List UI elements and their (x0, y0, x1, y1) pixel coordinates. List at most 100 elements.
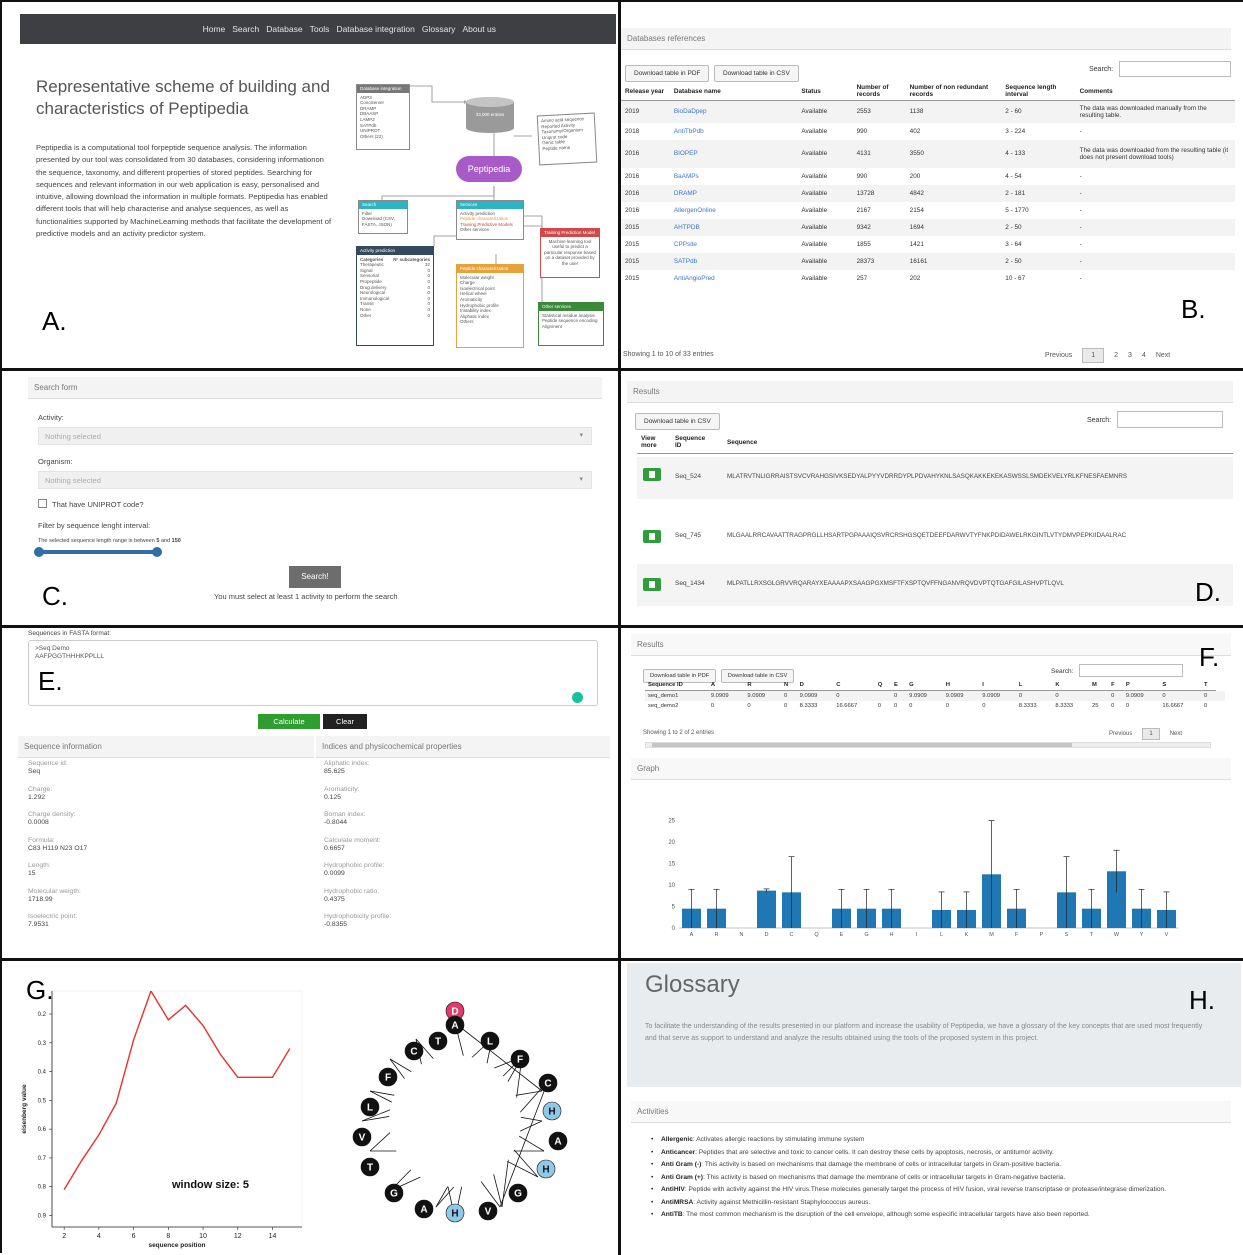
organism-select[interactable]: Nothing selected ▾ (38, 471, 592, 489)
col-nonredundant[interactable]: Number of non redundant records (905, 82, 1002, 101)
d-col-sequence[interactable]: Sequence (727, 439, 757, 446)
nav-database-integration[interactable]: Database integration (336, 24, 414, 34)
clear-button[interactable]: Clear (323, 714, 367, 729)
database-link[interactable]: AllergenOnline (670, 202, 797, 219)
f-col-header[interactable]: E (890, 680, 907, 691)
col-comments[interactable]: Comments (1075, 82, 1235, 101)
view-more-button[interactable] (643, 530, 661, 543)
table-cell (1088, 690, 1109, 701)
calculate-button[interactable]: Calculate (258, 714, 320, 729)
f-col-header[interactable]: D (796, 680, 834, 691)
database-link[interactable]: BaAMPs (670, 168, 797, 185)
f-col-header[interactable]: H (942, 680, 980, 691)
table-cell: 202 (909, 274, 921, 282)
slider-handle-max[interactable] (152, 547, 162, 557)
search-button[interactable]: Search! (289, 566, 341, 588)
col-release-year[interactable]: Release year (621, 82, 670, 101)
uniprot-checkbox[interactable] (38, 499, 47, 508)
f-col-header[interactable]: K (1052, 680, 1089, 691)
table-cell: 0 (1203, 703, 1208, 709)
f-col-header[interactable]: P (1122, 680, 1160, 691)
table-cell: 2016 (625, 172, 640, 180)
database-link[interactable]: AntiTbPdb (670, 123, 797, 140)
b-page-3[interactable]: 3 (1128, 352, 1132, 359)
b-page-4[interactable]: 4 (1142, 352, 1146, 359)
d-col-view-more[interactable]: View more (641, 435, 667, 449)
f-col-header[interactable]: S (1159, 680, 1201, 691)
b-page-2[interactable]: 2 (1114, 352, 1118, 359)
residue-label: F (385, 1073, 391, 1084)
database-link[interactable]: BIOPEP (669, 139, 798, 168)
table-cell: - (1079, 240, 1082, 248)
d-search-input[interactable] (1117, 411, 1223, 428)
f-search-input[interactable] (1079, 664, 1183, 677)
table-cell: 990 (856, 127, 868, 135)
table-cell: 0 (780, 690, 797, 701)
b-next[interactable]: Next (1156, 352, 1170, 359)
f-next[interactable]: Next (1170, 731, 1182, 737)
f-col-header[interactable]: A (707, 680, 745, 691)
table-cell: 9.0909 (744, 690, 781, 701)
database-link[interactable]: BioDaDpep (669, 100, 798, 123)
d-download-csv-button[interactable]: Download table in CSV (635, 413, 720, 430)
database-link[interactable]: AHTPDB (669, 218, 798, 236)
f-col-header[interactable]: Q (874, 680, 891, 691)
x-tick-label: T (1090, 932, 1094, 938)
nav-about-us[interactable]: About us (462, 24, 496, 34)
glossary-hero: Glossary To facilitate the understanding… (627, 963, 1241, 1087)
f-col-header[interactable]: Sequence ID (645, 680, 708, 691)
b-page-1[interactable]: 1 (1082, 348, 1105, 363)
database-link[interactable]: CPPsite (670, 236, 797, 253)
d-col-sequence-id[interactable]: Sequence ID (675, 435, 705, 449)
f-col-header[interactable]: M (1088, 680, 1109, 691)
view-more-button[interactable] (643, 578, 661, 591)
physchem-item: Hydrophobicity profile: -0.8355 (324, 913, 392, 928)
f-col-header[interactable]: F (1108, 680, 1123, 691)
fasta-textarea[interactable]: >Seq Demo AAFPGGTHHHKPPLLL (28, 640, 598, 706)
table-row: Seq_524 MLATRVTNLIGRRAISTSVCVRAHGSIVKSEDY… (637, 457, 1233, 499)
residue-label: A (554, 1137, 561, 1148)
sequence-info-item: Formula: C83 H119 N23 O17 (28, 836, 88, 852)
col-database-name[interactable]: Database name (669, 82, 798, 101)
db-references-header: Databases references (621, 28, 1231, 50)
activity-select[interactable]: Nothing selected ▾ (38, 427, 592, 445)
database-link[interactable]: DRAMP (669, 184, 798, 202)
f-col-header[interactable]: R (744, 680, 781, 691)
nav-database[interactable]: Database (266, 24, 302, 34)
nav-glossary[interactable]: Glossary (422, 24, 456, 34)
f-col-header[interactable]: G (906, 680, 943, 691)
activity-rows: Therapeutic 32 Signal 0 Sensorial 0 Propeptide… (360, 262, 430, 318)
b-search-input[interactable] (1119, 61, 1231, 77)
f-scroll-thumb[interactable] (652, 743, 1072, 747)
residue-label: G (390, 1189, 398, 1200)
length-range-slider[interactable] (34, 547, 162, 557)
f-prev[interactable]: Previous (1109, 731, 1132, 737)
table-cell: 0 (893, 703, 898, 709)
nav-home[interactable]: Home (203, 24, 226, 34)
f-col-header[interactable]: N (780, 680, 797, 691)
y-tick-label: 0.9 (38, 1213, 47, 1219)
nav-search[interactable]: Search (232, 24, 259, 34)
table-cell: - (1075, 218, 1235, 236)
f-col-header[interactable]: L (1015, 680, 1053, 691)
records-box: Amino acid sequence Reported Activity Ta… (536, 112, 598, 166)
download-pdf-button[interactable]: Download table in PDF (625, 65, 710, 82)
table-cell: - (1075, 184, 1235, 202)
b-prev[interactable]: Previous (1045, 352, 1072, 359)
label-b: B. (1181, 294, 1206, 324)
col-length-interval[interactable]: Sequence length interval (1001, 82, 1076, 101)
f-horizontal-scrollbar[interactable] (645, 742, 1211, 748)
f-page-1[interactable]: 1 (1142, 728, 1160, 740)
col-status[interactable]: Status (797, 82, 853, 101)
database-link[interactable]: AntiAngioPred (670, 270, 797, 287)
table-row: 2016 BIOPEP Available 4131 3550 4 - 133 The da… (621, 139, 1235, 168)
slider-handle-min[interactable] (34, 547, 44, 557)
database-link[interactable]: SATPdb (669, 252, 798, 270)
f-col-header[interactable]: T (1200, 680, 1216, 691)
download-csv-button[interactable]: Download table in CSV (713, 65, 799, 82)
f-col-header[interactable]: I (979, 680, 1016, 691)
col-records[interactable]: Number of records (852, 82, 906, 101)
f-col-header[interactable]: C (833, 680, 875, 691)
view-more-button[interactable] (643, 468, 661, 481)
nav-tools[interactable]: Tools (310, 24, 330, 34)
